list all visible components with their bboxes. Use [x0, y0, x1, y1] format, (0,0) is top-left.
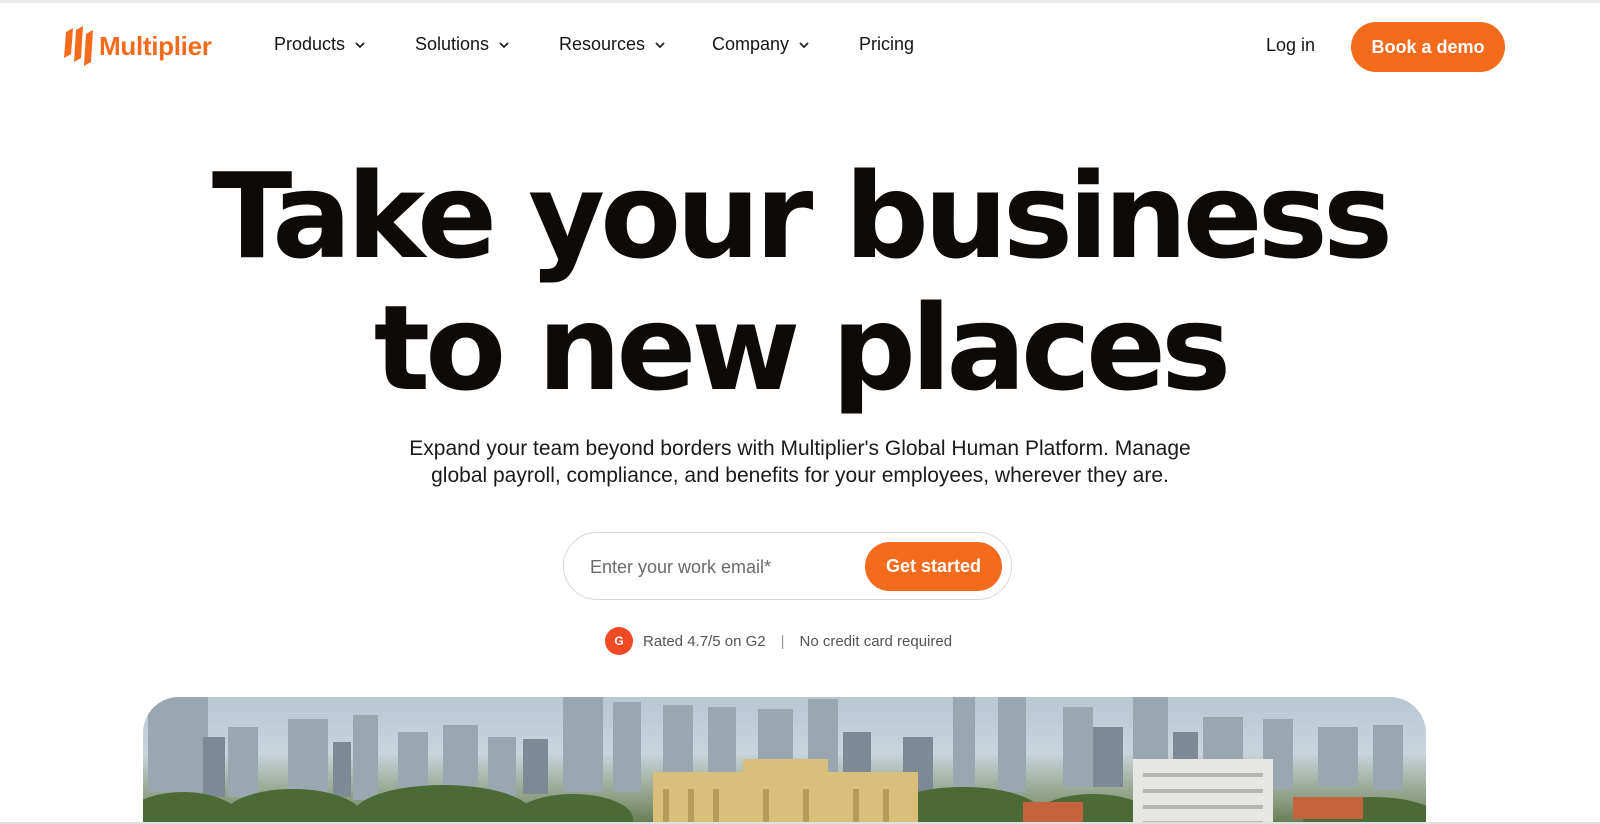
g2-rating-text: Rated 4.7/5 on G2 — [643, 632, 766, 650]
rating-row: G Rated 4.7/5 on G2 | No credit card req… — [605, 627, 952, 655]
nav-item-products[interactable]: Products — [274, 34, 366, 55]
subtitle-line-1: Expand your team beyond borders with Mul… — [409, 437, 1191, 460]
nav-item-label: Solutions — [415, 34, 490, 54]
brand-logo[interactable]: Multiplier — [64, 24, 212, 68]
chevron-down-icon — [499, 41, 509, 48]
headline-line-1: Take your business — [211, 147, 1393, 285]
multiplier-logo-icon — [64, 26, 93, 66]
email-input[interactable] — [590, 553, 860, 581]
hero-headline: Take your business to new places — [0, 150, 1600, 414]
nav-item-label: Pricing — [859, 34, 915, 54]
nav-item-pricing[interactable]: Pricing — [859, 34, 914, 55]
site-header: Multiplier Products Solutions Resources … — [0, 0, 1600, 95]
nav-item-label: Resources — [559, 34, 646, 54]
brand-name: Multiplier — [99, 30, 212, 61]
login-link[interactable]: Log in — [1266, 35, 1315, 56]
nav-item-label: Products — [274, 34, 346, 54]
skyline-illustration — [143, 697, 1426, 824]
city-skyline-photo — [143, 697, 1426, 824]
nav-item-label: Company — [712, 34, 790, 54]
rating-separator: | — [780, 632, 785, 650]
chevron-down-icon — [799, 41, 809, 48]
nav-item-company[interactable]: Company — [712, 34, 810, 55]
get-started-button[interactable]: Get started — [865, 542, 1002, 591]
subtitle-line-2: global payroll, compliance, and benefits… — [431, 464, 1169, 487]
g2-logo-icon: G — [605, 627, 633, 655]
email-signup-form: Get started — [563, 532, 1012, 600]
chevron-down-icon — [655, 41, 665, 48]
book-demo-button[interactable]: Book a demo — [1351, 22, 1505, 72]
nav-item-resources[interactable]: Resources — [559, 34, 666, 55]
headline-line-2: to new places — [373, 279, 1231, 417]
hero-subtitle: Expand your team beyond borders with Mul… — [300, 435, 1300, 489]
nav-item-solutions[interactable]: Solutions — [415, 34, 510, 55]
chevron-down-icon — [355, 41, 365, 48]
no-credit-card-text: No credit card required — [799, 632, 953, 650]
